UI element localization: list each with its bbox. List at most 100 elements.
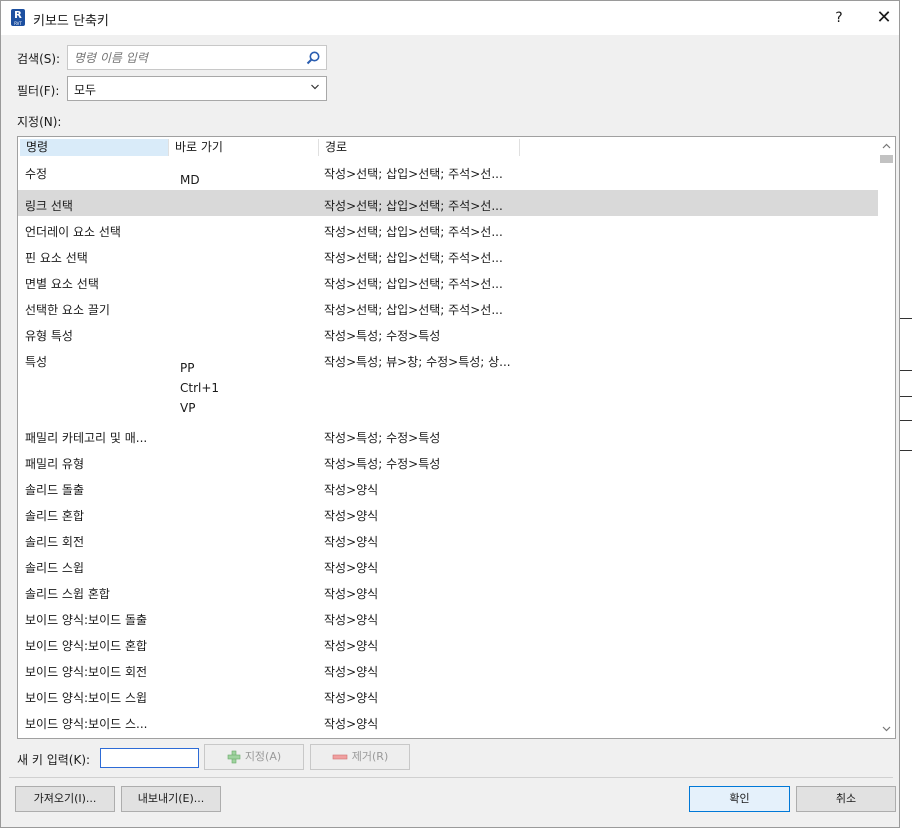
search-label: 검색(S): — [17, 52, 61, 66]
command-name-cell: 보이드 양식:보이드 회전 — [25, 665, 148, 679]
background-fragment — [900, 370, 912, 371]
vertical-scrollbar[interactable] — [878, 137, 895, 738]
close-button[interactable]: ✕ — [869, 6, 899, 30]
path-cell: 작성>선택; 삽입>선택; 주석>선... — [324, 225, 503, 239]
table-row[interactable]: 보이드 양식:보이드 혼합 작성>양식 — [18, 630, 878, 656]
list-header: 명령 바로 가기 경로 — [18, 137, 879, 158]
list-rows: 수정 MD 작성>선택; 삽입>선택; 주석>선... 링크 선택 작성>선택; 삽입>… — [18, 158, 879, 734]
table-row[interactable]: 솔리드 혼합 작성>양식 — [18, 500, 878, 526]
table-row[interactable]: 솔리드 돌출 작성>양식 — [18, 474, 878, 500]
path-cell: 작성>양식 — [324, 613, 379, 627]
path-cell: 작성>양식 — [324, 717, 379, 731]
command-name-cell: 유형 특성 — [25, 329, 73, 343]
table-row[interactable]: 링크 선택 작성>선택; 삽입>선택; 주석>선... — [18, 190, 878, 216]
shortcut-cell: MD — [180, 164, 200, 190]
table-row[interactable]: 솔리드 스윕 작성>양식 — [18, 552, 878, 578]
path-cell: 작성>선택; 삽입>선택; 주석>선... — [324, 167, 503, 181]
path-cell: 작성>양식 — [324, 509, 379, 523]
background-fragment — [900, 318, 912, 319]
column-header-path[interactable]: 경로 — [319, 139, 520, 156]
path-cell: 작성>양식 — [324, 639, 379, 653]
command-name-cell: 보이드 양식:보이드 혼합 — [25, 639, 148, 653]
command-name-cell: 핀 요소 선택 — [25, 251, 88, 265]
command-name-cell: 보이드 양식:보이드 스윕 — [25, 691, 148, 705]
shortcut-key: Ctrl+1 — [180, 381, 220, 395]
table-row[interactable]: 보이드 양식:보이드 스윕 작성>양식 — [18, 682, 878, 708]
assign-button[interactable]: 지정(A) — [204, 744, 304, 770]
table-row[interactable]: 면별 요소 선택 작성>선택; 삽입>선택; 주석>선... — [18, 268, 878, 294]
path-cell: 작성>양식 — [324, 483, 379, 497]
command-name-cell: 패밀리 유형 — [25, 457, 85, 471]
remove-button[interactable]: 제거(R) — [310, 744, 410, 770]
ok-button[interactable]: 확인 — [689, 786, 790, 812]
search-input[interactable] — [68, 46, 298, 69]
table-row[interactable]: 보이드 양식:보이드 회전 작성>양식 — [18, 656, 878, 682]
window-title: 키보드 단축키 — [33, 14, 109, 29]
background-fragment — [900, 396, 912, 397]
table-row[interactable]: 솔리드 회전 작성>양식 — [18, 526, 878, 552]
filter-select[interactable]: 모두 — [67, 76, 327, 101]
filter-label: 필터(F): — [17, 84, 60, 98]
new-key-input[interactable] — [101, 749, 198, 767]
background-window-edge — [900, 0, 912, 831]
path-cell: 작성>선택; 삽입>선택; 주석>선... — [324, 303, 503, 317]
table-row[interactable]: 핀 요소 선택 작성>선택; 삽입>선택; 주석>선... — [18, 242, 878, 268]
scroll-up-arrow-icon[interactable] — [881, 141, 892, 152]
scroll-down-arrow-icon[interactable] — [881, 723, 892, 734]
path-cell: 작성>양식 — [324, 561, 379, 575]
table-row[interactable]: 언더레이 요소 선택 작성>선택; 삽입>선택; 주석>선... — [18, 216, 878, 242]
new-key-field[interactable] — [100, 748, 199, 768]
table-row[interactable]: 보이드 양식:보이드 스... 작성>양식 — [18, 708, 878, 734]
title-bar: R RVT 키보드 단축키 ? ✕ — [1, 1, 899, 35]
filter-selected-value: 모두 — [74, 83, 97, 97]
command-name-cell: 특성 — [25, 355, 48, 369]
path-cell: 작성>특성; 뷰>창; 수정>특성; 상... — [324, 355, 511, 369]
shortcut-cell: PP Ctrl+1 VP — [180, 352, 219, 418]
chevron-down-icon — [311, 84, 319, 90]
table-row[interactable]: 특성 PP Ctrl+1 VP 작성>특성; 뷰>창; 수정>특성; 상... — [18, 346, 878, 422]
scrollbar-thumb[interactable] — [880, 155, 893, 163]
table-row[interactable]: 패밀리 유형 작성>특성; 수정>특성 — [18, 448, 878, 474]
search-icon[interactable] — [305, 50, 321, 66]
shortcut-key: PP — [180, 361, 195, 375]
help-button[interactable]: ? — [825, 6, 853, 30]
command-name-cell: 솔리드 스윕 혼합 — [25, 587, 110, 601]
path-cell: 작성>선택; 삽입>선택; 주석>선... — [324, 251, 503, 265]
revit-app-icon: R RVT — [11, 9, 25, 26]
command-name-cell: 언더레이 요소 선택 — [25, 225, 121, 239]
path-cell: 작성>특성; 수정>특성 — [324, 431, 441, 445]
command-name-cell: 솔리드 돌출 — [25, 483, 85, 497]
path-cell: 작성>양식 — [324, 691, 379, 705]
export-button[interactable]: 내보내기(E)... — [121, 786, 221, 812]
path-cell: 작성>양식 — [324, 587, 379, 601]
new-key-label: 새 키 입력(K): — [17, 753, 91, 767]
table-row[interactable]: 선택한 요소 끌기 작성>선택; 삽입>선택; 주석>선... — [18, 294, 878, 320]
keyboard-shortcuts-dialog: RRVT 키보드 단축키 ? ✕ 검색(S): 필터(F): 모두 지정(N):… — [0, 0, 900, 828]
table-row[interactable]: 유형 특성 작성>특성; 수정>특성 — [18, 320, 878, 346]
command-name-cell: 패밀리 카테고리 및 매... — [25, 431, 148, 445]
shortcut-key: MD — [180, 173, 200, 187]
table-row[interactable]: 솔리드 스윕 혼합 작성>양식 — [18, 578, 878, 604]
cancel-button[interactable]: 취소 — [796, 786, 896, 812]
table-row[interactable]: 수정 MD 작성>선택; 삽입>선택; 주석>선... — [18, 158, 878, 190]
command-name-cell: 솔리드 회전 — [25, 535, 85, 549]
path-cell: 작성>양식 — [324, 535, 379, 549]
shortcut-key: VP — [180, 401, 196, 415]
shortcut-list[interactable]: 명령 바로 가기 경로 수정 MD 작성>선택; 삽입>선택; 주석>선... 링크 … — [17, 136, 896, 739]
path-cell: 작성>선택; 삽입>선택; 주석>선... — [324, 277, 503, 291]
table-row[interactable]: 패밀리 카테고리 및 매... 작성>특성; 수정>특성 — [18, 422, 878, 448]
command-name-cell: 솔리드 스윕 — [25, 561, 85, 575]
column-header-command[interactable]: 명령 — [20, 139, 169, 156]
assignments-label: 지정(N): — [17, 115, 62, 129]
column-header-shortcut[interactable]: 바로 가기 — [169, 139, 319, 156]
minus-icon — [332, 754, 348, 760]
path-cell: 작성>선택; 삽입>선택; 주석>선... — [324, 199, 503, 213]
search-field[interactable] — [67, 45, 327, 70]
command-name-cell: 면별 요소 선택 — [25, 277, 99, 291]
table-row[interactable]: 보이드 양식:보이드 돌출 작성>양식 — [18, 604, 878, 630]
command-name-cell: 링크 선택 — [25, 199, 73, 213]
command-name-cell: 선택한 요소 끌기 — [25, 303, 110, 317]
command-name-cell: 보이드 양식:보이드 돌출 — [25, 613, 148, 627]
import-button[interactable]: 가져오기(I)... — [15, 786, 115, 812]
command-name-cell: 솔리드 혼합 — [25, 509, 85, 523]
